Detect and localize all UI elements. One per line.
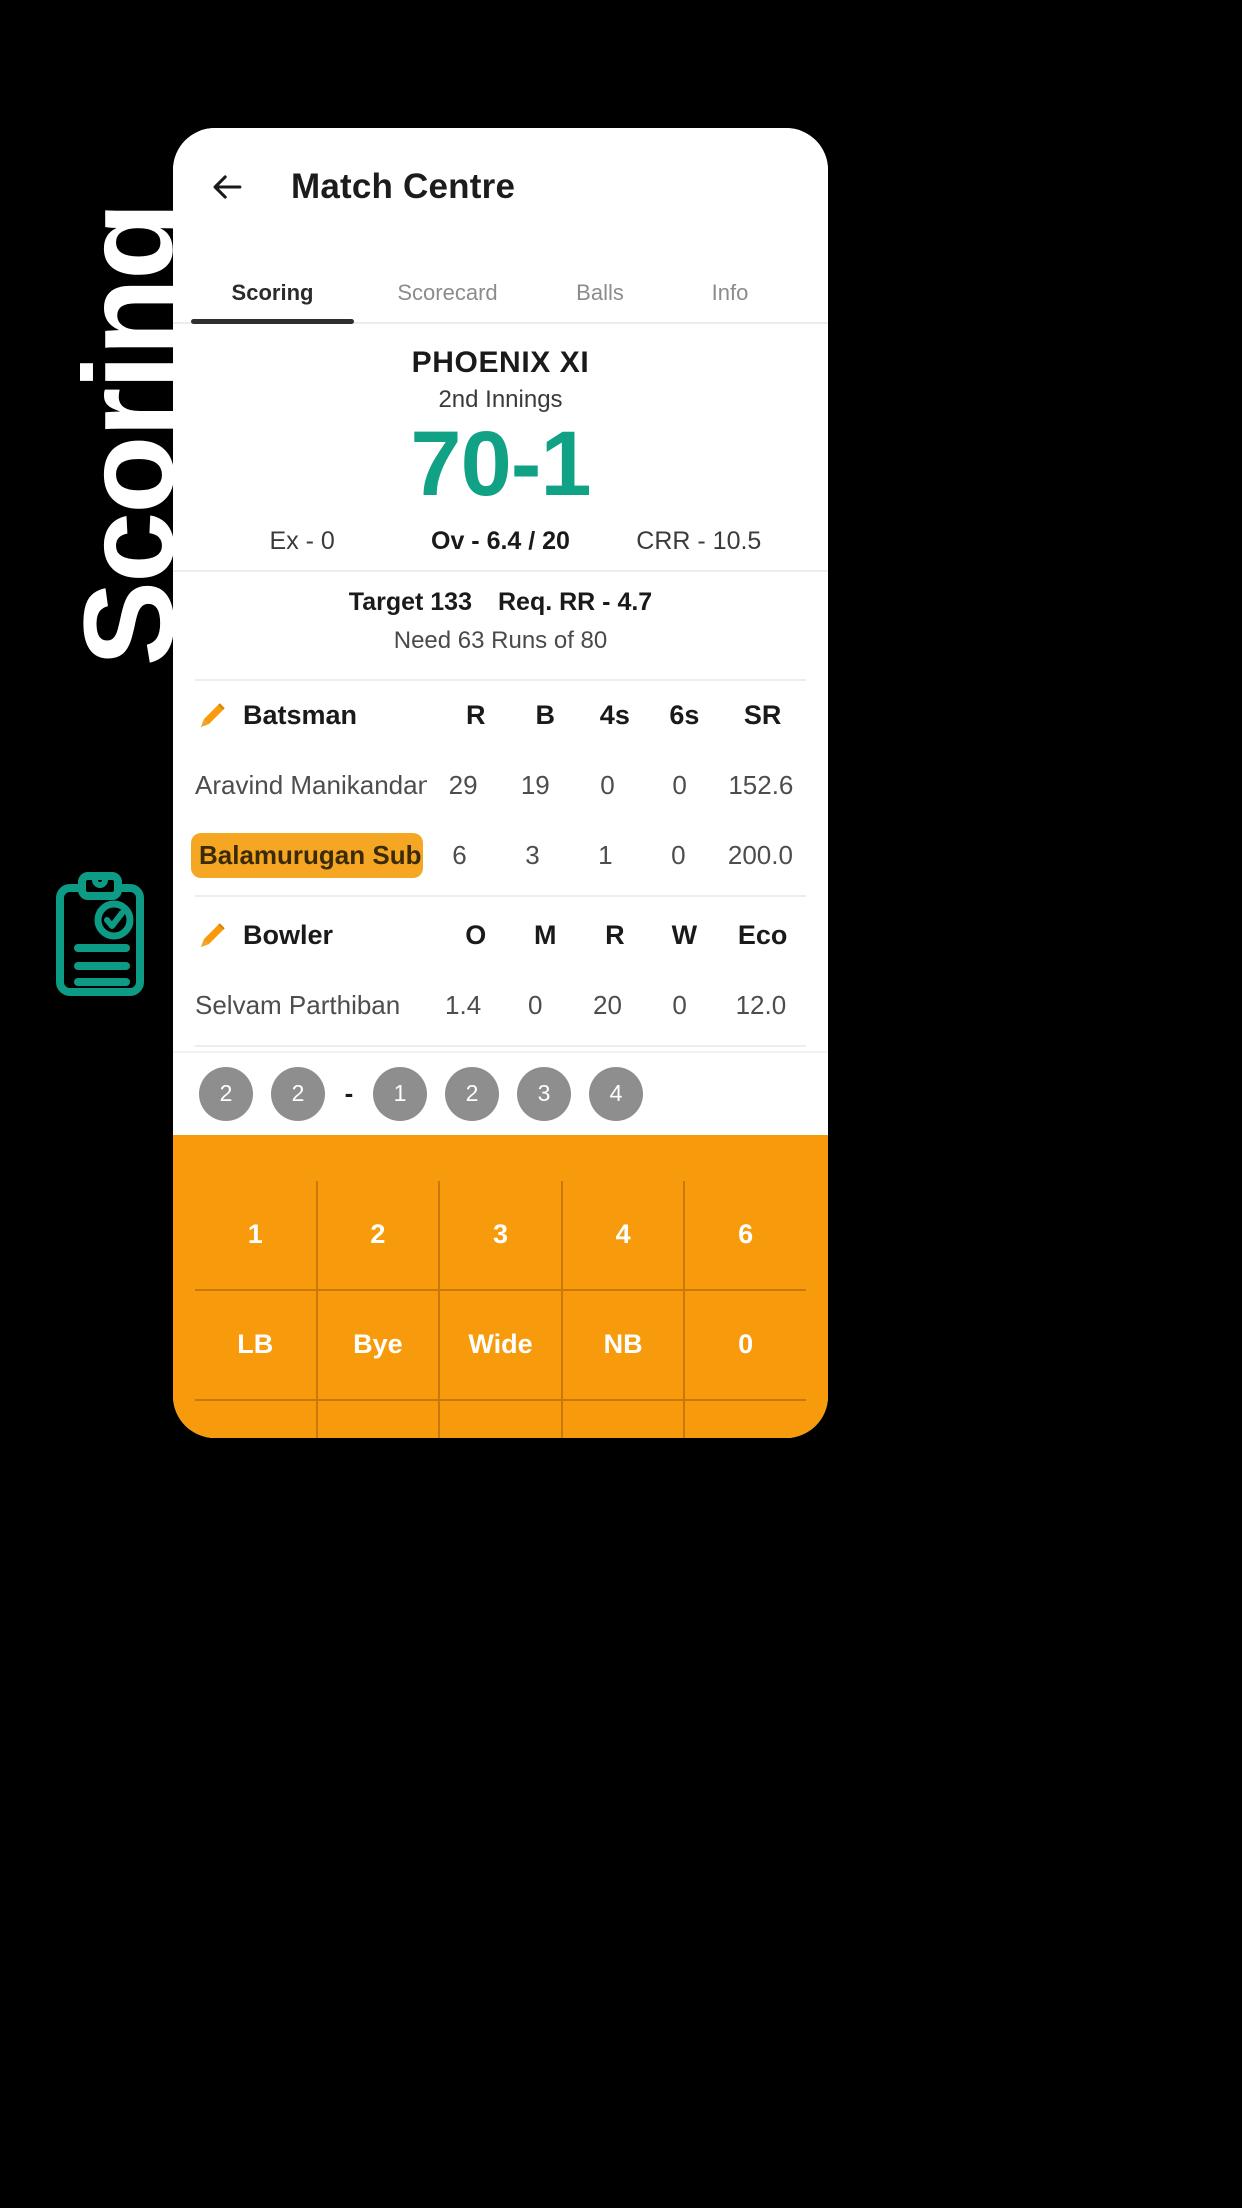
- bowler-maidens: 0: [528, 990, 543, 1021]
- batsman-sixes: 0: [672, 770, 687, 801]
- target-row: Target 133 Req. RR - 4.7 Need 63 Runs of …: [173, 572, 828, 663]
- phone-frame: Match Centre Scoring Scorecard Balls Inf…: [173, 128, 828, 1438]
- keypad-key-wide[interactable]: Wide: [438, 1290, 561, 1399]
- extras-stat: Ex - 0: [269, 526, 335, 555]
- batsman-sixes: 0: [671, 840, 686, 871]
- score-stats-row: Ex - 0 Ov - 6.4 / 20 CRR - 10.5: [173, 521, 828, 572]
- pencil-icon[interactable]: [195, 919, 229, 953]
- keypad-key-penalty[interactable]: Penalty: [315, 1400, 439, 1438]
- batsman-table-header: Batsman R B 4s 6s SR: [195, 681, 806, 751]
- batsman-fours: 1: [598, 840, 613, 871]
- bowler-overs: 1.4: [445, 990, 482, 1021]
- bowler-name: Selvam Parthiban: [195, 990, 401, 1021]
- bowler-col-eco: Eco: [737, 920, 788, 951]
- keypad-row-extras: LB Bye Wide NB 0: [195, 1288, 806, 1399]
- table-row[interactable]: Aravind Manikandan 29 19 0 0 152.6: [195, 751, 806, 821]
- keypad-row-runs: 1 2 3 4 6: [195, 1180, 806, 1289]
- req-rr-value: Req. RR - 4.7: [498, 587, 653, 616]
- clipboard-check-icon: [52, 872, 148, 1000]
- batsman-fours: 0: [600, 770, 615, 801]
- over-balls-strip: 2 2 - 1 2 3 4: [173, 1050, 828, 1135]
- tab-balls[interactable]: Balls: [535, 280, 665, 322]
- target-value: Target 133: [348, 587, 472, 616]
- tab-scoring[interactable]: Scoring: [185, 280, 360, 324]
- team-name: PHOENIX XI: [411, 346, 590, 379]
- keypad-key-2[interactable]: 2: [315, 1180, 439, 1289]
- bowler-col-r: R: [605, 920, 625, 951]
- table-separator: [195, 894, 806, 897]
- keypad-key-bye[interactable]: Bye: [315, 1290, 439, 1399]
- keypad-key-6[interactable]: 6: [683, 1180, 806, 1289]
- crr-stat: CRR - 10.5: [636, 526, 762, 555]
- batsman-col-name: Batsman: [243, 700, 358, 731]
- need-runs-text: Need 63 Runs of 80: [393, 626, 608, 654]
- ball-chip[interactable]: 4: [589, 1066, 643, 1121]
- tab-bar: Scoring Scorecard Balls Info: [173, 246, 828, 324]
- overs-stat: Ov - 6.4 / 20: [431, 526, 570, 555]
- ball-chip[interactable]: 2: [445, 1066, 499, 1121]
- keypad-key-undo[interactable]: Undo: [560, 1400, 684, 1438]
- batsman-strike-rate: 200.0: [727, 840, 793, 871]
- table-row[interactable]: Selvam Parthiban 1.4 0 20 0 12.0: [195, 971, 806, 1041]
- ball-chip[interactable]: 1: [373, 1066, 427, 1121]
- keypad-row-actions: More Penalty Ov.Thrw Undo Out: [195, 1398, 806, 1438]
- batsman-table: Batsman R B 4s 6s SR Aravind Manikandan …: [173, 681, 828, 891]
- score-summary: PHOENIX XI 2nd Innings 70-1: [173, 324, 828, 521]
- bowler-col-o: O: [465, 920, 487, 951]
- batsman-balls: 19: [520, 770, 550, 801]
- batsman-col-r: R: [466, 700, 486, 731]
- keypad-key-more[interactable]: More: [195, 1401, 316, 1438]
- ball-chip[interactable]: 2: [271, 1066, 325, 1121]
- tab-info[interactable]: Info: [665, 280, 795, 322]
- batsman-name: Aravind Manikandan: [195, 770, 427, 801]
- keypad-key-lb[interactable]: LB: [195, 1291, 316, 1399]
- tab-scorecard[interactable]: Scorecard: [360, 280, 535, 322]
- batsman-name-striker: Balamurugan Subramani: [191, 833, 423, 879]
- bowler-wickets: 0: [672, 990, 687, 1021]
- app-bar: Match Centre: [173, 128, 828, 246]
- screenshot-stage: Scoring Match Centre Scoring Scorecard B…: [0, 0, 1242, 2208]
- batsman-col-b: B: [535, 700, 556, 731]
- ball-chip[interactable]: 3: [517, 1066, 571, 1121]
- bowler-runs: 20: [593, 990, 622, 1021]
- table-row[interactable]: Balamurugan Subramani 6 3 1 0 200.0: [191, 821, 806, 891]
- score-runs-wickets: 70-1: [410, 413, 591, 515]
- keypad-key-nb[interactable]: NB: [560, 1290, 684, 1399]
- batsman-runs: 6: [452, 840, 467, 871]
- scoring-keypad: 1 2 3 4 6 LB Bye Wide NB 0 More Penalty …: [173, 1134, 828, 1438]
- batsman-runs: 29: [448, 770, 478, 801]
- batsman-col-4s: 4s: [599, 700, 630, 731]
- table-separator: [195, 1044, 806, 1047]
- target-line: Target 133 Req. RR - 4.7: [173, 588, 828, 617]
- bowler-economy: 12.0: [735, 990, 787, 1021]
- over-separator: -: [344, 1078, 354, 1109]
- batsman-col-6s: 6s: [669, 700, 700, 731]
- batsman-strike-rate: 152.6: [728, 770, 794, 801]
- keypad-key-out[interactable]: Out: [683, 1400, 806, 1438]
- keypad-key-overthrow[interactable]: Ov.Thrw: [438, 1400, 561, 1438]
- bowler-col-m: M: [534, 920, 557, 951]
- bowler-table-header: Bowler O M R W Eco: [195, 901, 806, 971]
- page-title: Match Centre: [291, 167, 516, 206]
- bowler-col-name: Bowler: [243, 920, 334, 951]
- batsman-balls: 3: [525, 840, 540, 871]
- keypad-key-1[interactable]: 1: [195, 1181, 316, 1289]
- keypad-key-0[interactable]: 0: [683, 1290, 806, 1399]
- innings-label: 2nd Innings: [438, 386, 563, 413]
- back-arrow-icon[interactable]: [201, 161, 253, 213]
- ball-chip[interactable]: 2: [199, 1066, 253, 1121]
- keypad-key-4[interactable]: 4: [560, 1180, 684, 1289]
- batsman-col-sr: SR: [743, 700, 782, 731]
- pencil-icon[interactable]: [195, 699, 229, 733]
- bowler-col-w: W: [671, 920, 698, 951]
- keypad-key-3[interactable]: 3: [438, 1180, 561, 1289]
- bowler-table: Bowler O M R W Eco Selvam Parthiban 1.4 …: [173, 901, 828, 1041]
